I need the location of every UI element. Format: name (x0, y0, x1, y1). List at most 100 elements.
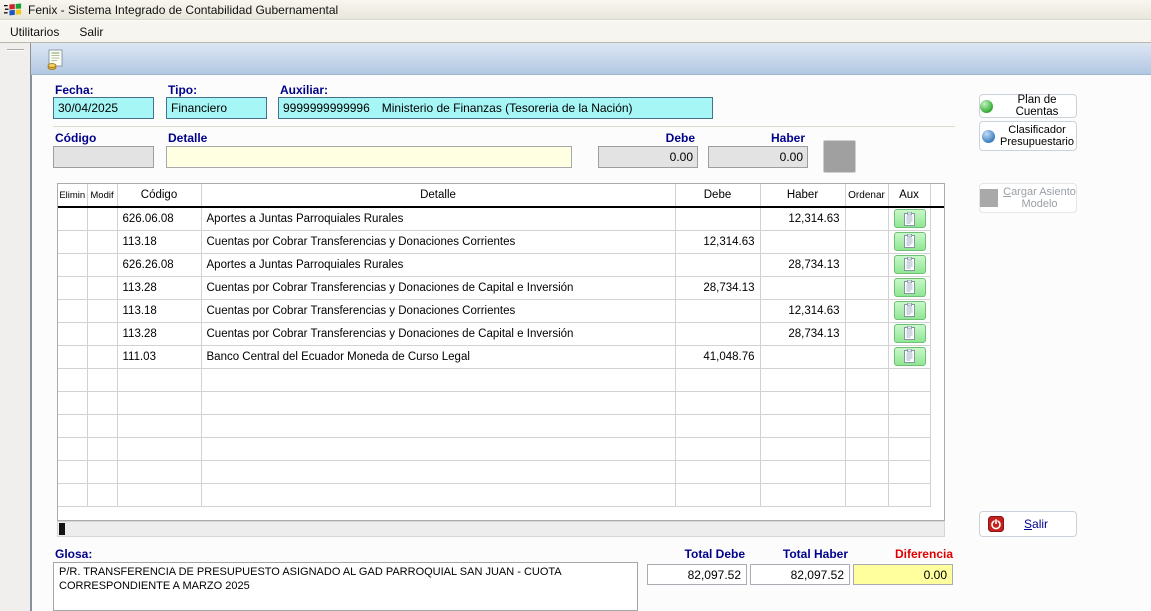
cell-codigo: 113.28 (117, 322, 201, 345)
cell-spare (930, 299, 944, 322)
detalle-input[interactable] (166, 146, 572, 168)
aux-button[interactable] (894, 301, 926, 320)
aux-button[interactable] (894, 232, 926, 251)
cell-elimin (58, 230, 87, 253)
title-bar: Fenix - Sistema Integrado de Contabilida… (0, 0, 1151, 20)
cell-codigo: 626.06.08 (117, 207, 201, 230)
fecha-label: Fecha: (55, 83, 94, 97)
salir-label: Salir (1024, 518, 1048, 530)
auxiliar-name: Ministerio de Finanzas (Tesoreria de la … (382, 101, 633, 115)
header-haber: Haber (760, 184, 845, 207)
clasificador-label-line2: Presupuestario (1000, 136, 1074, 148)
aux-button[interactable] (894, 255, 926, 274)
plan-de-cuentas-button[interactable]: Plan de Cuentas (979, 94, 1077, 118)
grid-empty-row[interactable] (58, 391, 944, 414)
grid-row[interactable]: 113.28 Cuentas por Cobrar Transferencias… (58, 276, 944, 299)
header-detalle: Detalle (201, 184, 675, 207)
window-title: Fenix - Sistema Integrado de Contabilida… (28, 3, 338, 17)
cell-detalle: Aportes a Juntas Parroquiales Rurales (201, 253, 675, 276)
cell-codigo: 113.18 (117, 230, 201, 253)
cell-haber: 12,314.63 (760, 207, 845, 230)
clipboard-icon (904, 303, 915, 317)
cargar-label-line1: Cargar Asiento (1003, 186, 1076, 198)
cell-elimin (58, 345, 87, 368)
cell-modif (87, 253, 117, 276)
cell-spare (930, 207, 944, 230)
codigo-input[interactable] (53, 146, 154, 168)
cell-spare (930, 230, 944, 253)
detalle-label: Detalle (168, 131, 207, 145)
cell-modif (87, 322, 117, 345)
cell-debe: 12,314.63 (675, 230, 760, 253)
entries-grid-container: Elimin Modif Código Detalle Debe Haber O… (57, 183, 945, 521)
cell-detalle: Cuentas por Cobrar Transferencias y Dona… (201, 276, 675, 299)
codigo-label: Código (55, 131, 96, 145)
menu-utilitarios[interactable]: Utilitarios (0, 22, 69, 42)
total-debe-label: Total Debe (645, 547, 745, 561)
aux-button[interactable] (894, 324, 926, 343)
cell-codigo: 113.28 (117, 276, 201, 299)
grid-empty-row[interactable] (58, 437, 944, 460)
clasificador-presupuestario-button[interactable]: Clasificador Presupuestario (979, 121, 1077, 151)
cell-detalle: Cuentas por Cobrar Transferencias y Dona… (201, 322, 675, 345)
scrollbar-thumb[interactable] (59, 523, 65, 535)
grid-empty-row[interactable] (58, 460, 944, 483)
cell-codigo: 111.03 (117, 345, 201, 368)
grid-row[interactable]: 113.28 Cuentas por Cobrar Transferencias… (58, 322, 944, 345)
menu-bar: Utilitarios Salir (0, 21, 1151, 43)
salir-button[interactable]: Salir (979, 511, 1077, 537)
auxiliar-field[interactable]: 9999999999996 Ministerio de Finanzas (Te… (278, 97, 713, 119)
cell-haber (760, 276, 845, 299)
add-entry-button[interactable] (823, 140, 856, 173)
cell-elimin (58, 253, 87, 276)
cell-ordenar (845, 345, 888, 368)
grid-row[interactable]: 626.06.08 Aportes a Juntas Parroquiales … (58, 207, 944, 230)
cell-modif (87, 299, 117, 322)
grid-row[interactable]: 111.03 Banco Central del Ecuador Moneda … (58, 345, 944, 368)
left-collapsed-panel[interactable] (0, 43, 31, 611)
cell-debe (675, 253, 760, 276)
new-entry-button[interactable] (43, 47, 69, 72)
grid-empty-row[interactable] (58, 483, 944, 506)
grid-empty-row[interactable] (58, 368, 944, 391)
tipo-field[interactable]: Financiero (166, 97, 267, 119)
debe-input[interactable]: 0.00 (598, 146, 698, 168)
app-window: Fenix - Sistema Integrado de Contabilida… (0, 0, 1151, 611)
fecha-field[interactable]: 30/04/2025 (53, 97, 154, 119)
cell-aux (888, 253, 930, 276)
cell-aux (888, 276, 930, 299)
menu-salir[interactable]: Salir (69, 22, 113, 42)
grid-body: 626.06.08 Aportes a Juntas Parroquiales … (58, 207, 944, 506)
clipboard-icon (904, 234, 915, 248)
cell-haber: 28,734.13 (760, 322, 845, 345)
cell-debe (675, 299, 760, 322)
debe-label: Debe (598, 131, 695, 145)
haber-input[interactable]: 0.00 (708, 146, 808, 168)
cell-spare (930, 345, 944, 368)
glosa-textarea[interactable]: P/R. TRANSFERENCIA DE PRESUPUESTO ASIGNA… (53, 562, 638, 611)
total-debe-field: 82,097.52 (647, 564, 747, 585)
grid-row[interactable]: 626.26.08 Aportes a Juntas Parroquiales … (58, 253, 944, 276)
aux-button[interactable] (894, 347, 926, 366)
entries-grid: Elimin Modif Código Detalle Debe Haber O… (58, 184, 944, 507)
cell-elimin (58, 299, 87, 322)
separator-line (53, 126, 955, 127)
panel-grabber[interactable] (7, 49, 24, 51)
auxiliar-label: Auxiliar: (280, 83, 328, 97)
clipboard-icon (904, 212, 915, 226)
grid-row[interactable]: 113.18 Cuentas por Cobrar Transferencias… (58, 230, 944, 253)
cell-elimin (58, 207, 87, 230)
cell-modif (87, 276, 117, 299)
diferencia-label: Diferencia (853, 547, 953, 561)
grid-row[interactable]: 113.18 Cuentas por Cobrar Transferencias… (58, 299, 944, 322)
grid-empty-row[interactable] (58, 414, 944, 437)
clipboard-icon (904, 326, 915, 340)
clipboard-icon (904, 349, 915, 363)
aux-button[interactable] (894, 209, 926, 228)
cargar-asiento-modelo-button[interactable]: Cargar Asiento Modelo (979, 183, 1077, 213)
aux-button[interactable] (894, 278, 926, 297)
horizontal-scrollbar[interactable] (57, 521, 945, 537)
cell-debe: 28,734.13 (675, 276, 760, 299)
gray-square-icon (980, 189, 998, 207)
glosa-label: Glosa: (55, 547, 92, 561)
